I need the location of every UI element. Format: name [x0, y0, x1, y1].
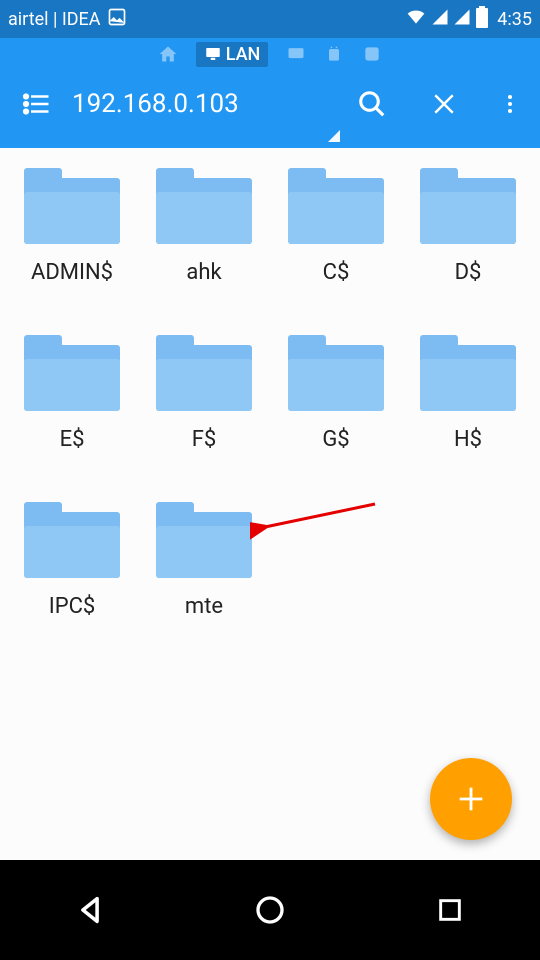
folder-icon	[156, 335, 252, 411]
folder-label: F$	[192, 427, 217, 452]
close-button[interactable]	[408, 76, 480, 132]
list-icon	[21, 89, 51, 119]
home-icon	[158, 44, 178, 64]
nav-back-button[interactable]	[60, 880, 120, 940]
chat-icon	[286, 44, 306, 64]
carrier-text: airtel | IDEA	[8, 9, 101, 30]
app-toolbar: 192.168.0.103	[0, 70, 540, 148]
tab-home[interactable]	[158, 44, 178, 64]
battery-icon	[475, 6, 489, 33]
folder-icon	[156, 502, 252, 578]
folder-icon	[24, 502, 120, 578]
path-text: 192.168.0.103	[72, 89, 239, 119]
folder-item[interactable]: E$	[10, 335, 134, 452]
triangle-back-icon	[73, 893, 107, 927]
plus-icon	[454, 782, 488, 816]
tab-lan[interactable]: LAN	[196, 42, 269, 67]
signal-1-icon	[431, 8, 449, 31]
folder-grid: ADMIN$ ahk C$ D$ E$ F$ G$ H$ IPC$ mte	[10, 168, 530, 619]
status-time: 4:35	[497, 9, 532, 30]
menu-button[interactable]	[0, 76, 72, 132]
search-button[interactable]	[336, 76, 408, 132]
network-icon	[362, 44, 382, 64]
folder-label: H$	[454, 427, 482, 452]
dropdown-triangle-icon	[328, 130, 340, 142]
breadcrumb-tabs: LAN	[0, 38, 540, 70]
folder-label: IPC$	[49, 594, 96, 619]
folder-item[interactable]: ADMIN$	[10, 168, 134, 285]
status-right: 4:35	[405, 6, 532, 33]
folder-item[interactable]: H$	[406, 335, 530, 452]
picture-icon	[107, 7, 127, 32]
nav-recents-button[interactable]	[420, 880, 480, 940]
tab-chat[interactable]	[286, 44, 306, 64]
folder-icon	[288, 335, 384, 411]
fab-add-button[interactable]	[430, 758, 512, 840]
folder-label: C$	[323, 260, 350, 285]
folder-item[interactable]: ahk	[142, 168, 266, 285]
folder-icon	[288, 168, 384, 244]
folder-item[interactable]: F$	[142, 335, 266, 452]
wifi-icon	[405, 7, 427, 32]
square-recents-icon	[436, 896, 464, 924]
folder-item[interactable]: C$	[274, 168, 398, 285]
folder-icon	[24, 168, 120, 244]
folder-icon	[24, 335, 120, 411]
circle-home-icon	[254, 894, 286, 926]
tab-android[interactable]	[324, 44, 344, 64]
folder-icon	[420, 168, 516, 244]
monitor-icon	[204, 45, 222, 63]
signal-2-icon	[453, 8, 471, 31]
folder-label: G$	[322, 427, 349, 452]
tab-network[interactable]	[362, 44, 382, 64]
folder-item[interactable]: D$	[406, 168, 530, 285]
folder-label: D$	[455, 260, 482, 285]
folder-item[interactable]: IPC$	[10, 502, 134, 619]
folder-icon	[420, 335, 516, 411]
android-status-bar: airtel | IDEA 4:35	[0, 0, 540, 38]
more-vert-icon	[498, 89, 522, 119]
folder-item[interactable]: mte	[142, 502, 266, 619]
tab-lan-label: LAN	[226, 44, 261, 65]
nav-home-button[interactable]	[240, 880, 300, 940]
folder-label: mte	[185, 594, 223, 619]
folder-icon	[156, 168, 252, 244]
file-grid-area[interactable]: ADMIN$ ahk C$ D$ E$ F$ G$ H$ IPC$ mte	[0, 148, 540, 860]
android-icon	[324, 44, 344, 64]
folder-label: E$	[60, 427, 85, 452]
overflow-button[interactable]	[480, 76, 540, 132]
folder-label: ahk	[186, 260, 221, 285]
path-dropdown[interactable]: 192.168.0.103	[72, 76, 336, 132]
android-nav-bar	[0, 860, 540, 960]
close-icon	[429, 89, 459, 119]
search-icon	[357, 89, 387, 119]
status-left: airtel | IDEA	[8, 7, 127, 32]
folder-item[interactable]: G$	[274, 335, 398, 452]
folder-label: ADMIN$	[31, 260, 113, 285]
